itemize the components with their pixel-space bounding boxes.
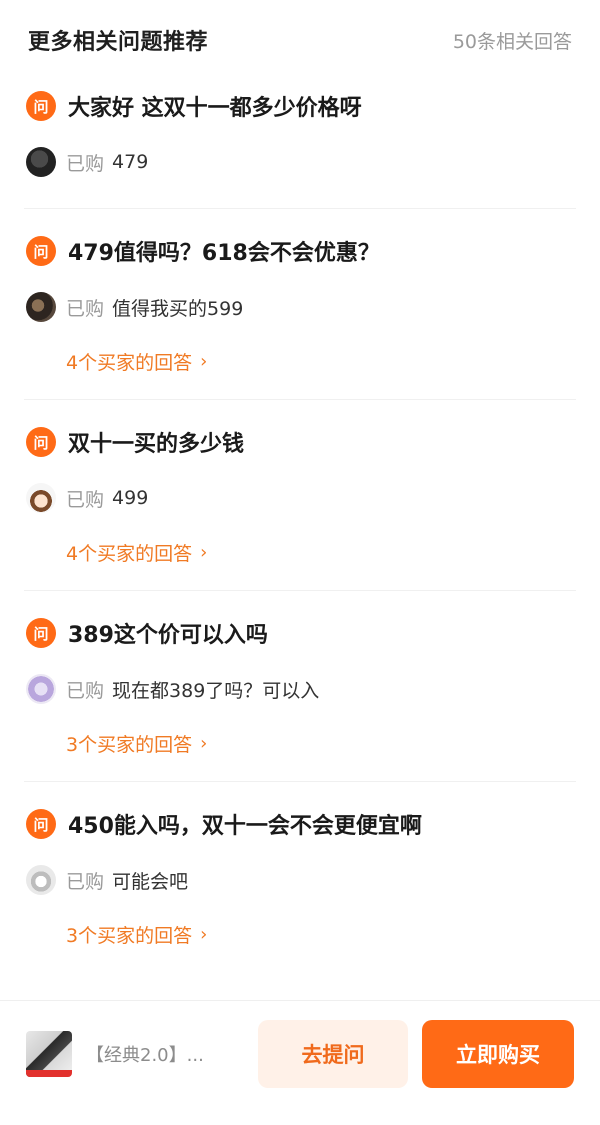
- chevron-right-icon: ›: [200, 732, 208, 754]
- qa-page: 更多相关问题推荐 50条相关回答 问 大家好 这双十一都多少价格呀 已购 479…: [0, 0, 600, 1125]
- chevron-right-icon: ›: [200, 923, 208, 945]
- more-answers-link[interactable]: 4个买家的回答 ›: [66, 341, 576, 381]
- question-row: 问 大家好 这双十一都多少价格呀: [24, 86, 576, 126]
- question-badge-icon: 问: [26, 427, 56, 457]
- answer-text: 可能会吧: [112, 870, 189, 893]
- answer-text: 值得我买的599: [112, 297, 244, 320]
- avatar: [26, 865, 56, 895]
- bought-label: 已购: [66, 152, 105, 175]
- question-item[interactable]: 问 479值得吗？618会不会优惠？ 已购 值得我买的599 4个买家的回答 ›: [24, 209, 576, 400]
- buy-now-button[interactable]: 立即购买: [422, 1020, 574, 1088]
- more-answers-label: 4个买家的回答: [66, 351, 193, 374]
- answer-row: 已购 现在都389了吗？可以入: [24, 669, 576, 709]
- question-badge-icon: 问: [26, 809, 56, 839]
- question-row: 问 389这个价可以入吗: [24, 613, 576, 653]
- bought-label: 已购: [66, 679, 105, 702]
- question-item[interactable]: 问 389这个价可以入吗 已购 现在都389了吗？可以入 3个买家的回答 ›: [24, 591, 576, 782]
- question-text: 双十一买的多少钱: [68, 432, 245, 457]
- question-badge-icon: 问: [26, 236, 56, 266]
- avatar: [26, 483, 56, 513]
- question-text: 389这个价可以入吗: [68, 623, 268, 648]
- question-row: 问 450能入吗，双十一会不会更便宜啊: [24, 804, 576, 844]
- question-row: 问 双十一买的多少钱: [24, 422, 576, 462]
- question-text: 450能入吗，双十一会不会更便宜啊: [68, 814, 422, 839]
- product-name[interactable]: 【经典2.0】...: [86, 1041, 204, 1067]
- answer-text: 499: [112, 487, 149, 509]
- bottom-action-bar: 【经典2.0】... 去提问 立即购买: [0, 1000, 600, 1125]
- answer-row: 已购 479: [24, 142, 576, 182]
- more-answers-link[interactable]: 4个买家的回答 ›: [66, 532, 576, 572]
- answer-row: 已购 值得我买的599: [24, 287, 576, 327]
- question-item[interactable]: 问 450能入吗，双十一会不会更便宜啊 已购 可能会吧 3个买家的回答 ›: [24, 782, 576, 972]
- chevron-right-icon: ›: [200, 541, 208, 563]
- answer-row: 已购 499: [24, 478, 576, 518]
- chevron-right-icon: ›: [200, 350, 208, 372]
- question-item[interactable]: 问 大家好 这双十一都多少价格呀 已购 479: [24, 80, 576, 209]
- qa-header: 更多相关问题推荐 50条相关回答: [28, 22, 572, 58]
- question-item[interactable]: 问 双十一买的多少钱 已购 499 4个买家的回答 ›: [24, 400, 576, 591]
- question-row: 问 479值得吗？618会不会优惠？: [24, 231, 576, 271]
- avatar: [26, 147, 56, 177]
- answer-text: 现在都389了吗？可以入: [112, 679, 320, 702]
- bought-label: 已购: [66, 870, 105, 893]
- avatar: [26, 674, 56, 704]
- question-list: 问 大家好 这双十一都多少价格呀 已购 479 问 479值得吗？618会不会优…: [0, 80, 600, 972]
- avatar: [26, 292, 56, 322]
- more-answers-link[interactable]: 3个买家的回答 ›: [66, 914, 576, 954]
- answer-row: 已购 可能会吧: [24, 860, 576, 900]
- section-title: 更多相关问题推荐: [28, 30, 209, 55]
- answer-text: 479: [112, 151, 149, 173]
- more-answers-label: 4个买家的回答: [66, 542, 193, 565]
- question-text: 479值得吗？618会不会优惠？: [68, 241, 380, 266]
- question-badge-icon: 问: [26, 618, 56, 648]
- more-answers-link[interactable]: 3个买家的回答 ›: [66, 723, 576, 763]
- bought-label: 已购: [66, 297, 105, 320]
- bought-label: 已购: [66, 488, 105, 511]
- more-answers-label: 3个买家的回答: [66, 733, 193, 756]
- question-badge-icon: 问: [26, 91, 56, 121]
- more-answers-label: 3个买家的回答: [66, 924, 193, 947]
- product-thumbnail[interactable]: [26, 1031, 72, 1077]
- question-text: 大家好 这双十一都多少价格呀: [68, 96, 362, 121]
- answer-count-link[interactable]: 50条相关回答: [453, 27, 572, 54]
- ask-question-button[interactable]: 去提问: [258, 1020, 408, 1088]
